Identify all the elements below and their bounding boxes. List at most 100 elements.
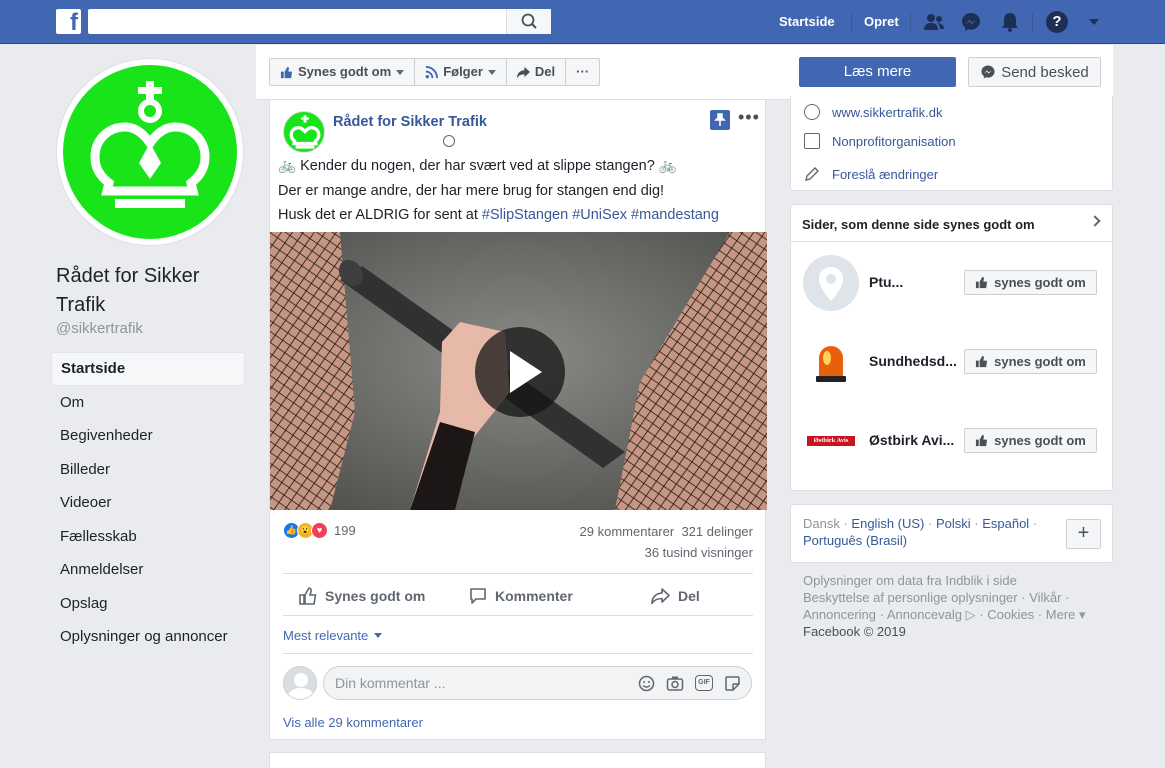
follow-button[interactable]: Følger (415, 59, 507, 85)
comment-attachments: GIF (638, 675, 741, 692)
sidebar-item-about[interactable]: Om (51, 386, 245, 420)
play-button-icon[interactable] (475, 327, 565, 417)
bicycle-icon: 🚲 (278, 158, 297, 174)
liked-page-name[interactable]: Ptu... (869, 274, 903, 290)
more-options-button[interactable]: ··· (566, 59, 599, 85)
like-page-button[interactable]: synes godt om (964, 349, 1097, 374)
footer-link[interactable]: Vilkår (1029, 590, 1061, 605)
post-options-icon[interactable]: ••• (738, 107, 760, 128)
shares-count-link[interactable]: 321 delinger (681, 524, 753, 539)
like-page-label: Synes godt om (298, 64, 392, 79)
language-link[interactable]: Español (982, 516, 1029, 531)
category-link[interactable]: Nonprofitorganisation (832, 134, 956, 149)
sidebar-item-info-and-ads[interactable]: Oplysninger og annoncer (51, 620, 245, 654)
friends-icon[interactable] (923, 11, 945, 33)
chevron-right-icon[interactable] (1089, 215, 1101, 227)
liked-page-name[interactable]: Østbirk Avi... (869, 432, 954, 448)
like-page-button[interactable]: synes godt om (964, 428, 1097, 453)
public-globe-icon[interactable] (443, 135, 455, 147)
search-input[interactable] (88, 9, 508, 34)
reactions-summary[interactable]: 👍 😮 ♥ 199 (283, 522, 356, 539)
sidebar-item-videos[interactable]: Videoer (51, 486, 245, 520)
liked-page-item: Sundhedsd... synes godt om (803, 334, 1103, 390)
divider (791, 241, 1112, 242)
love-reaction-icon: ♥ (311, 522, 328, 539)
gif-icon[interactable]: GIF (695, 675, 713, 691)
hashtag-link[interactable]: #SlipStangen (482, 207, 568, 223)
post-line-2: Der er mange andre, der har mere brug fo… (278, 182, 665, 199)
bell-icon[interactable] (999, 11, 1021, 33)
send-message-button[interactable]: Send besked (968, 57, 1101, 87)
pencil-icon (805, 167, 819, 181)
footer-link[interactable]: Annoncevalg (887, 607, 962, 622)
liked-page-avatar[interactable] (803, 255, 859, 311)
sidebar-item-reviews[interactable]: Anmeldelser (51, 553, 245, 587)
like-page-button[interactable]: synes godt om (964, 270, 1097, 295)
comment-sort-dropdown[interactable]: Mest relevante (283, 628, 383, 643)
post-author-name[interactable]: Rådet for Sikker Trafik (333, 114, 487, 130)
siren-icon (803, 334, 859, 390)
messenger-icon[interactable] (960, 11, 982, 33)
sidebar-item-posts[interactable]: Opslag (51, 587, 245, 621)
view-all-comments-link[interactable]: Vis alle 29 kommentarer (283, 715, 423, 730)
comment-button[interactable]: Kommenter (468, 584, 573, 608)
current-language: Dansk (803, 516, 840, 531)
liked-page-avatar[interactable]: Østbirk Avis (803, 413, 859, 469)
nav-create-link[interactable]: Opret (864, 14, 899, 29)
liked-page-item: Østbirk Avis Østbirk Avi... synes godt o… (803, 413, 1103, 469)
liked-page-item: Ptu... synes godt om (803, 255, 1103, 311)
sidebar-item-photos[interactable]: Billeder (51, 453, 245, 487)
page-profile-picture[interactable] (56, 58, 244, 246)
comment-input[interactable] (324, 667, 614, 699)
comments-count-link[interactable]: 29 kommentarer (580, 524, 675, 539)
footer-link[interactable]: Oplysninger om data fra Indblik i side (803, 573, 1017, 588)
language-link[interactable]: English (US) (851, 516, 924, 531)
search-button[interactable] (506, 9, 551, 34)
like-page-button[interactable]: Synes godt om (270, 59, 416, 85)
suggest-edits-row: Foreslå ændringer (804, 166, 938, 182)
messenger-icon (981, 65, 995, 79)
post-stats-row: 29 kommentarer 321 delinger (580, 521, 753, 542)
liked-page-name[interactable]: Sundhedsd... (869, 353, 957, 369)
comment-box: GIF (323, 666, 752, 700)
post-author-avatar[interactable] (283, 111, 325, 153)
comment-sort-label: Mest relevante (283, 628, 369, 643)
share-post-button[interactable]: Del (651, 584, 700, 608)
emoji-icon[interactable] (638, 675, 655, 692)
footer-link[interactable]: Beskyttelse af personlige oplysninger (803, 590, 1018, 605)
page-handle[interactable]: @sikkertrafik (56, 320, 143, 337)
dropdown-caret-icon (374, 633, 383, 638)
post-video[interactable] (270, 232, 767, 510)
share-page-button[interactable]: Del (507, 59, 567, 85)
caret-down-icon: ▾ (1078, 607, 1086, 622)
divider (283, 573, 753, 574)
facebook-logo[interactable]: f (56, 9, 81, 36)
camera-icon[interactable] (666, 675, 684, 692)
help-icon[interactable]: ? (1046, 11, 1068, 33)
liked-pages-title[interactable]: Sider, som denne side synes godt om (802, 217, 1035, 232)
suggest-edits-link[interactable]: Foreslå ændringer (832, 167, 938, 182)
hashtag-link[interactable]: #mandestang (631, 207, 719, 223)
sidebar-item-events[interactable]: Begivenheder (51, 419, 245, 453)
sticker-icon[interactable] (724, 675, 741, 692)
caret-down-icon[interactable] (1089, 19, 1099, 25)
footer-links: Oplysninger om data fra Indblik i side B… (803, 573, 1086, 639)
website-link[interactable]: www.sikkertrafik.dk (832, 105, 943, 120)
thumbs-up-icon (280, 66, 293, 78)
thumbs-up-icon (976, 276, 988, 289)
sidebar-item-home[interactable]: Startside (51, 352, 245, 386)
hashtag-link[interactable]: #UniSex (572, 207, 627, 223)
pinned-post: Rådet for Sikker Trafik ••• 🚲 Kender du … (269, 100, 767, 740)
sidebar-item-community[interactable]: Fællesskab (51, 520, 245, 554)
liked-page-avatar[interactable] (803, 334, 859, 390)
more-languages-button[interactable]: + (1066, 519, 1101, 549)
like-post-button[interactable]: Synes godt om (298, 584, 425, 608)
nav-home-link[interactable]: Startside (779, 14, 835, 29)
footer-link[interactable]: Annoncering (803, 607, 876, 622)
language-link[interactable]: Português (Brasil) (803, 533, 907, 548)
footer-link[interactable]: Mere (1046, 607, 1076, 622)
post-line-3: Husk det er ALDRIG for sent at #SlipStan… (278, 203, 758, 228)
learn-more-button[interactable]: Læs mere (799, 57, 956, 87)
footer-link[interactable]: Cookies (987, 607, 1034, 622)
language-link[interactable]: Polski (936, 516, 971, 531)
